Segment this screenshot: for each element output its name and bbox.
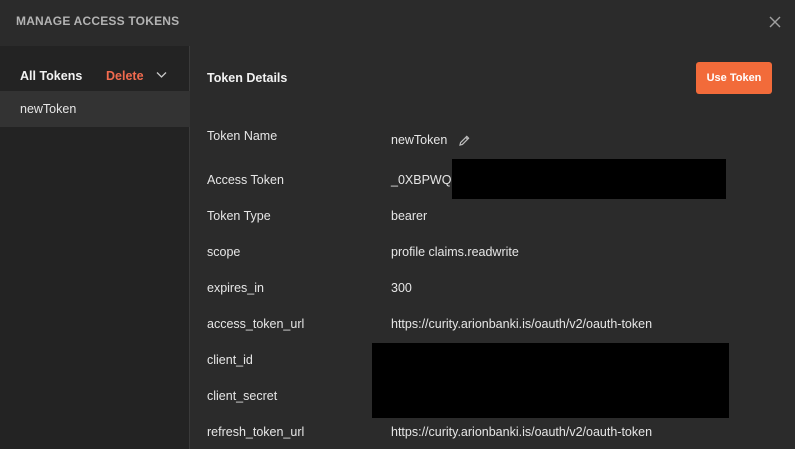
pencil-icon[interactable]	[458, 134, 471, 147]
close-button[interactable]	[765, 12, 785, 32]
scope-value: profile claims.readwrite	[391, 245, 519, 259]
modal-title: MANAGE ACCESS TOKENS	[16, 14, 180, 28]
scope-row: scope profile claims.readwrite	[191, 245, 795, 265]
redaction-block	[452, 159, 726, 199]
access-token-value: _0XBPWQC	[391, 173, 461, 187]
token-list-item-label: newToken	[20, 102, 77, 116]
token-name-label: Token Name	[207, 129, 278, 143]
access-token-url-value: https://curity.arionbanki.is/oauth/v2/oa…	[391, 317, 653, 331]
token-name-value: newToken	[391, 133, 448, 147]
expires-in-row: expires_in 300	[191, 281, 795, 301]
modal-header: MANAGE ACCESS TOKENS	[0, 0, 795, 46]
delete-button[interactable]: Delete	[106, 69, 144, 83]
manage-tokens-modal: MANAGE ACCESS TOKENS All Tokens Delete n…	[0, 0, 795, 449]
all-tokens-heading: All Tokens	[20, 69, 83, 83]
access-token-label: Access Token	[207, 173, 284, 187]
refresh-token-url-value: https://curity.arionbanki.is/oauth/v2/oa…	[391, 425, 653, 439]
client-secret-label: client_secret	[207, 389, 278, 403]
token-type-value: bearer	[391, 209, 428, 223]
access-token-url-row: access_token_url https://curity.arionban…	[191, 317, 795, 337]
refresh-token-url-label: refresh_token_url	[207, 425, 305, 439]
close-icon	[769, 16, 781, 28]
chevron-down-icon[interactable]	[156, 71, 167, 79]
token-details-panel: Token Details Use Token Token Name newTo…	[191, 46, 795, 449]
refresh-token-url-row: refresh_token_url https://curity.arionba…	[191, 425, 795, 445]
client-id-label: client_id	[207, 353, 253, 367]
token-type-row: Token Type bearer	[191, 209, 795, 229]
token-sidebar: All Tokens Delete newToken	[0, 46, 190, 449]
token-type-label: Token Type	[207, 209, 271, 223]
details-title: Token Details	[207, 71, 288, 85]
scope-label: scope	[207, 245, 241, 259]
access-token-url-label: access_token_url	[207, 317, 305, 331]
expires-in-label: expires_in	[207, 281, 264, 295]
token-list-item[interactable]: newToken	[0, 91, 190, 127]
sidebar-header: All Tokens Delete	[0, 46, 190, 91]
use-token-button[interactable]: Use Token	[696, 62, 772, 94]
token-name-row: Token Name newToken	[191, 129, 795, 149]
redaction-block	[372, 343, 729, 418]
expires-in-value: 300	[391, 281, 412, 295]
